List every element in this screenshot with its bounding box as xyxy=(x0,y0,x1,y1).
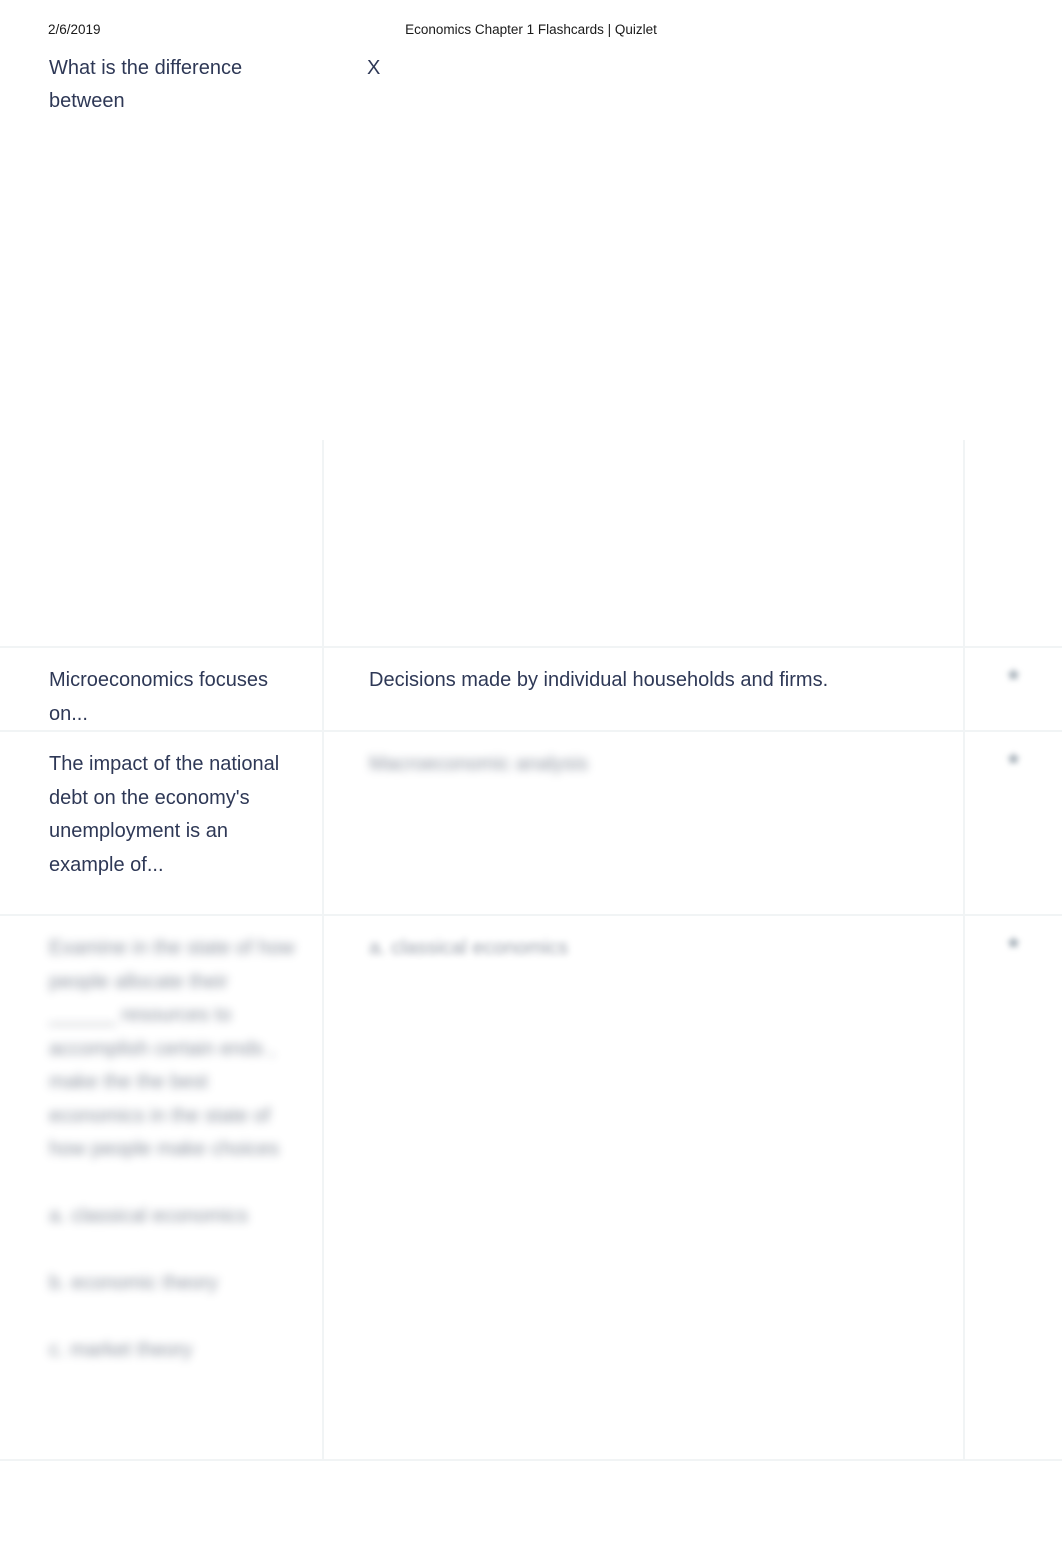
card-star-cell[interactable] xyxy=(963,732,1062,914)
star-icon[interactable] xyxy=(1005,666,1022,683)
top-card-fragment: What is the difference between X xyxy=(0,52,1062,122)
card-term-text: Examine in the state of how people alloc… xyxy=(49,937,301,1160)
card-definition-text: Macroeconomic analysis xyxy=(369,753,588,775)
term-spacer xyxy=(49,1234,300,1268)
star-icon[interactable] xyxy=(1005,750,1022,767)
table-row[interactable]: Examine in the state of how people alloc… xyxy=(0,916,1062,1461)
fragment-definition-text: X xyxy=(367,57,381,79)
card-definition: Decisions made by individual households … xyxy=(322,648,963,730)
term-spacer xyxy=(49,1301,300,1335)
card-definition-text: a. classical economics xyxy=(369,937,568,959)
star-icon[interactable] xyxy=(1005,458,1022,475)
card-definition-text: Decisions made by individual households … xyxy=(369,669,829,691)
card-term-text: The impact of the national debt on the e… xyxy=(49,753,285,876)
card-term: Examine in the state of how people alloc… xyxy=(0,916,322,1384)
card-term-option-b: b. economic theory xyxy=(49,1272,218,1294)
document-title: Economics Chapter 1 Flashcards | Quizlet xyxy=(405,22,657,37)
table-row[interactable] xyxy=(0,440,1062,648)
term-spacer xyxy=(49,1167,300,1201)
card-definition: a. classical economics xyxy=(322,916,963,1459)
card-term-option-c: c. market theory xyxy=(49,1339,193,1361)
card-definition: Macroeconomic analysis xyxy=(322,732,963,914)
print-header: 2/6/2019 Economics Chapter 1 Flashcards … xyxy=(0,22,1062,44)
card-star-cell[interactable] xyxy=(963,648,1062,730)
card-term: The impact of the national debt on the e… xyxy=(0,732,322,898)
table-row[interactable]: The impact of the national debt on the e… xyxy=(0,732,1062,916)
flashcards-table: Microeconomics focuses on... Decisions m… xyxy=(0,440,1062,1461)
card-definition xyxy=(322,440,963,646)
card-term-text: Microeconomics focuses on... xyxy=(49,669,274,725)
card-star-cell[interactable] xyxy=(963,440,1062,646)
star-icon[interactable] xyxy=(1005,934,1022,951)
card-term-option-a: a. classical economics xyxy=(49,1205,248,1227)
fragment-term-text: What is the difference between xyxy=(49,57,243,112)
card-term xyxy=(0,440,322,472)
table-row[interactable]: Microeconomics focuses on... Decisions m… xyxy=(0,648,1062,732)
card-star-cell[interactable] xyxy=(963,916,1062,1459)
